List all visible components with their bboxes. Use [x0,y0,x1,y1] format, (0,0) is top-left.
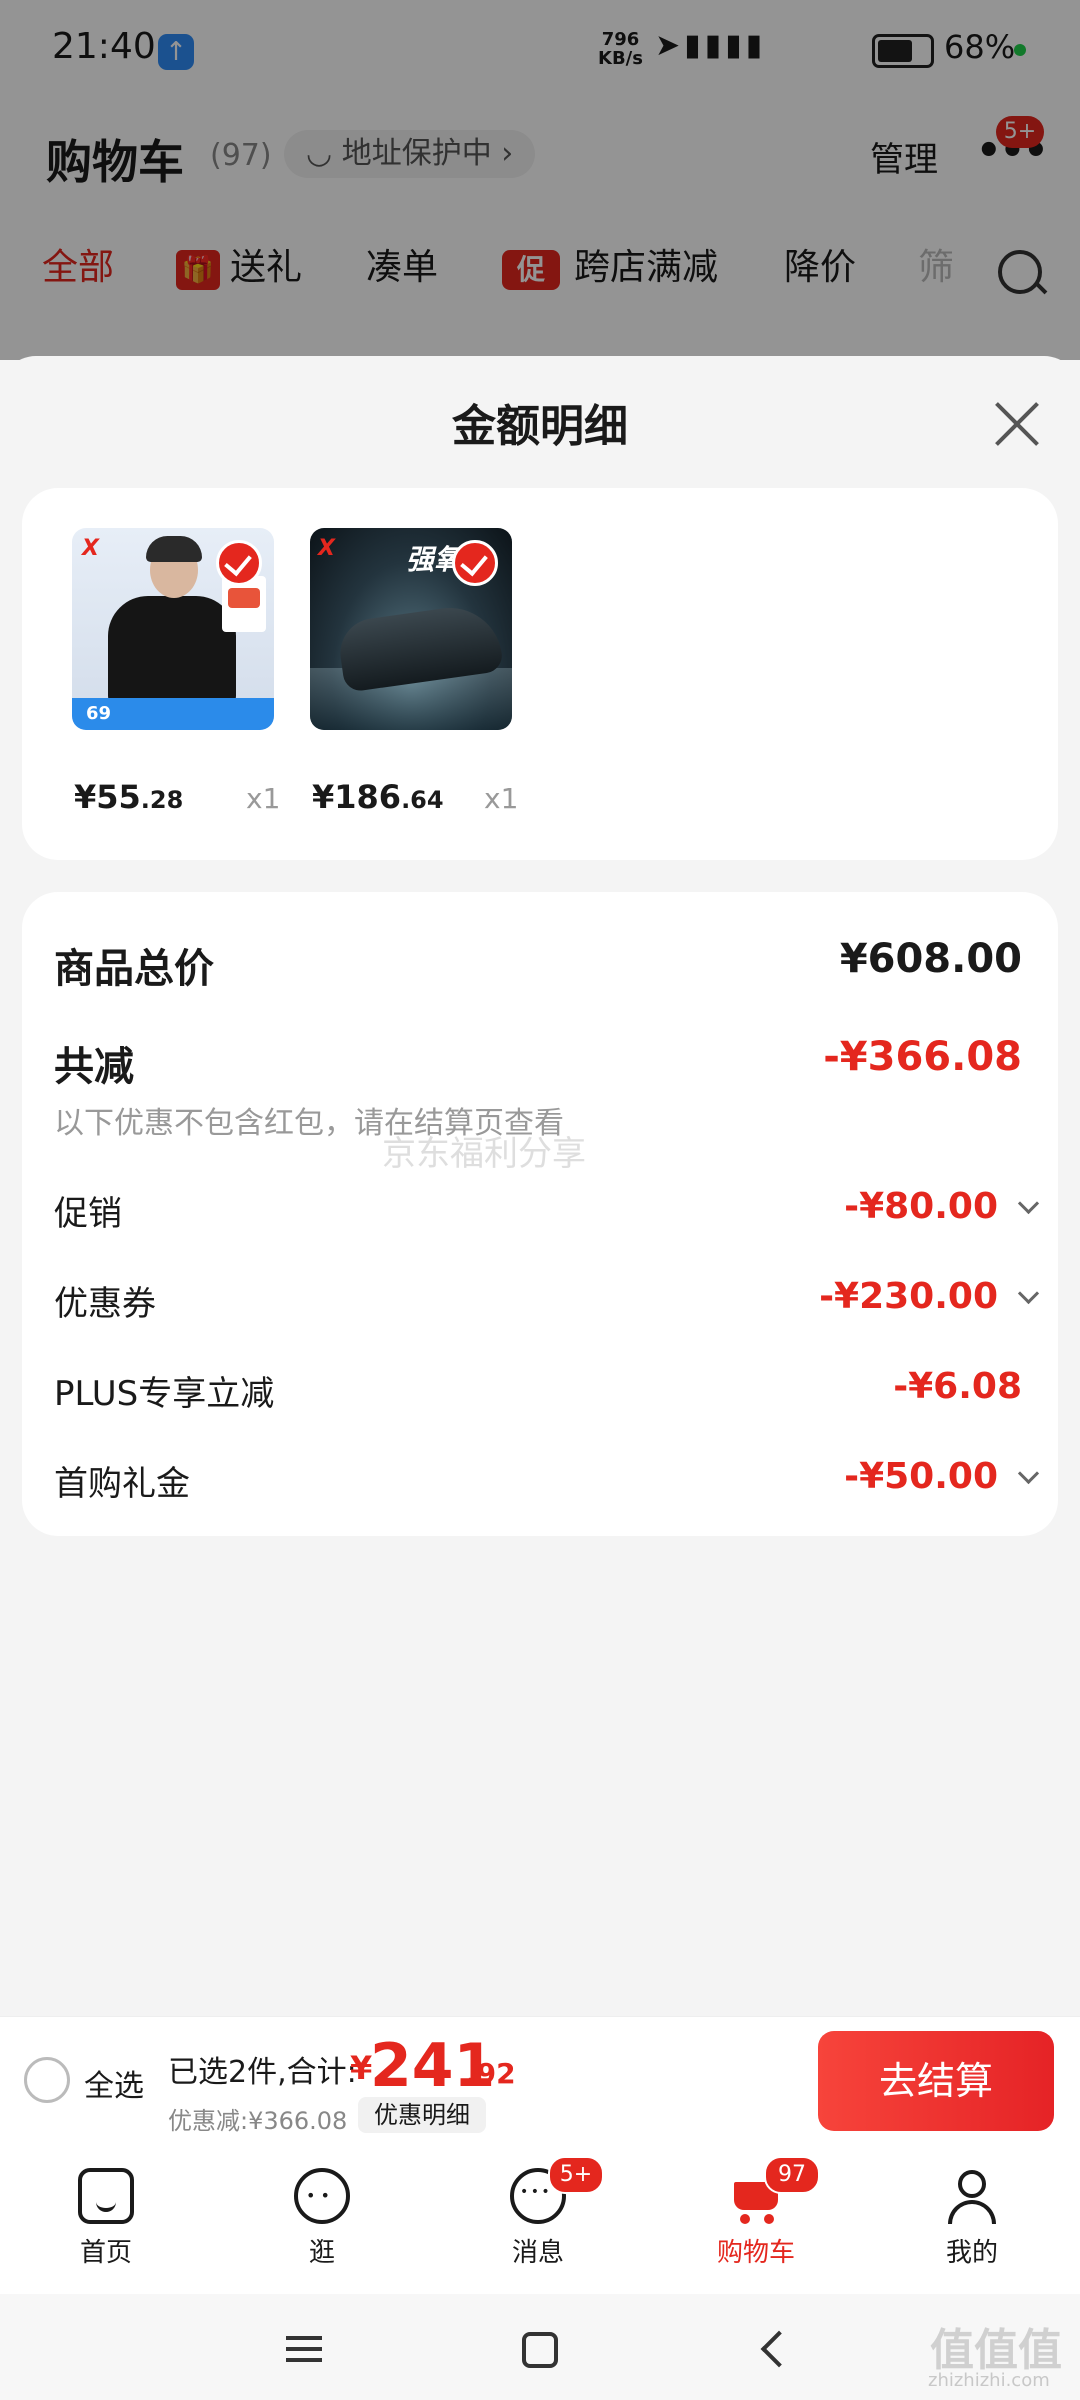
discount-value-coupon[interactable]: -¥230.00 [819,1276,998,1317]
discount-label-first-purchase: 首购礼金 [54,1464,190,1504]
product-quantity: x1 [484,782,519,815]
total-reduction-label: 共减 [54,1044,134,1090]
product-price: ¥186.64 [312,778,444,816]
nav-item-stroll[interactable]: 逛 [252,2154,392,2284]
discount-label-plus: PLUS专享立减 [54,1374,275,1414]
select-all-radio[interactable] [24,2057,70,2103]
nav-item-messages[interactable]: 5+ 消息 [468,2154,608,2284]
total-reduction-value: -¥366.08 [823,1034,1022,1080]
selected-count-text: 已选2件,合计: [168,2055,357,2090]
nav-label: 购物车 [716,2238,795,2268]
selected-products-card: X 69 X 强氧 ¥55.28 x1 ¥186.64 x1 [22,488,1058,860]
home-icon [78,2168,134,2224]
site-watermark-logo: 值值值 [930,2325,1062,2376]
total-currency: ¥ [350,2049,373,2087]
discount-label-promotion: 促销 [54,1194,122,1234]
product-price: ¥55.28 [74,778,184,816]
close-icon[interactable] [992,400,1040,448]
discount-label-coupon: 优惠券 [54,1284,156,1324]
brand-logo: X [82,536,99,561]
discount-value-first-purchase[interactable]: -¥50.00 [844,1456,998,1497]
sheet-title: 金额明细 [452,401,628,452]
product-badge-number: 69 [86,703,112,724]
nav-item-home[interactable]: 首页 [36,2154,176,2284]
modal-overlay[interactable] [0,0,1080,360]
nav-label: 逛 [308,2238,335,2268]
selected-check-icon[interactable] [452,540,498,586]
nav-label: 我的 [945,2238,998,2268]
brand-logo: X [318,536,335,561]
nav-item-cart[interactable]: 97 购物车 [686,2154,826,2284]
goods-total-label: 商品总价 [54,946,214,992]
discount-value-promotion[interactable]: -¥80.00 [844,1186,998,1227]
discount-summary: 优惠减:¥366.08 [168,2107,348,2135]
selected-check-icon[interactable] [216,540,262,586]
bottom-nav: 首页 逛 5+ 消息 97 购物车 我的 [0,2144,1080,2294]
profile-icon [944,2168,1000,2224]
select-all-label[interactable]: 全选 [84,2061,144,2105]
checkout-button[interactable]: 去结算 [818,2031,1054,2131]
message-badge: 5+ [548,2156,604,2194]
checkout-bar: 全选 已选2件,合计: ¥ 241 .92 优惠减:¥366.08 优惠明细 去… [0,2016,1080,2145]
recent-apps-icon[interactable] [286,2336,322,2362]
nav-label: 消息 [511,2238,564,2268]
watermark-text: 京东福利分享 [382,1134,586,1174]
total-amount-decimal: .92 [466,2057,516,2090]
goods-total-value: ¥608.00 [839,936,1022,982]
product-quantity: x1 [246,782,281,815]
home-button-icon[interactable] [522,2332,558,2368]
site-watermark-domain: zhizhizhi.com [928,2370,1050,2391]
nav-label: 首页 [79,2238,132,2268]
stroll-icon [294,2168,350,2224]
discount-detail-button[interactable]: 优惠明细 [358,2097,486,2133]
back-icon[interactable] [760,2330,798,2368]
nav-item-profile[interactable]: 我的 [902,2154,1042,2284]
discount-value-plus: -¥6.08 [893,1366,1022,1407]
cart-badge: 97 [764,2156,820,2194]
system-nav-bar: 值值值 zhizhizhi.com [0,2294,1080,2400]
